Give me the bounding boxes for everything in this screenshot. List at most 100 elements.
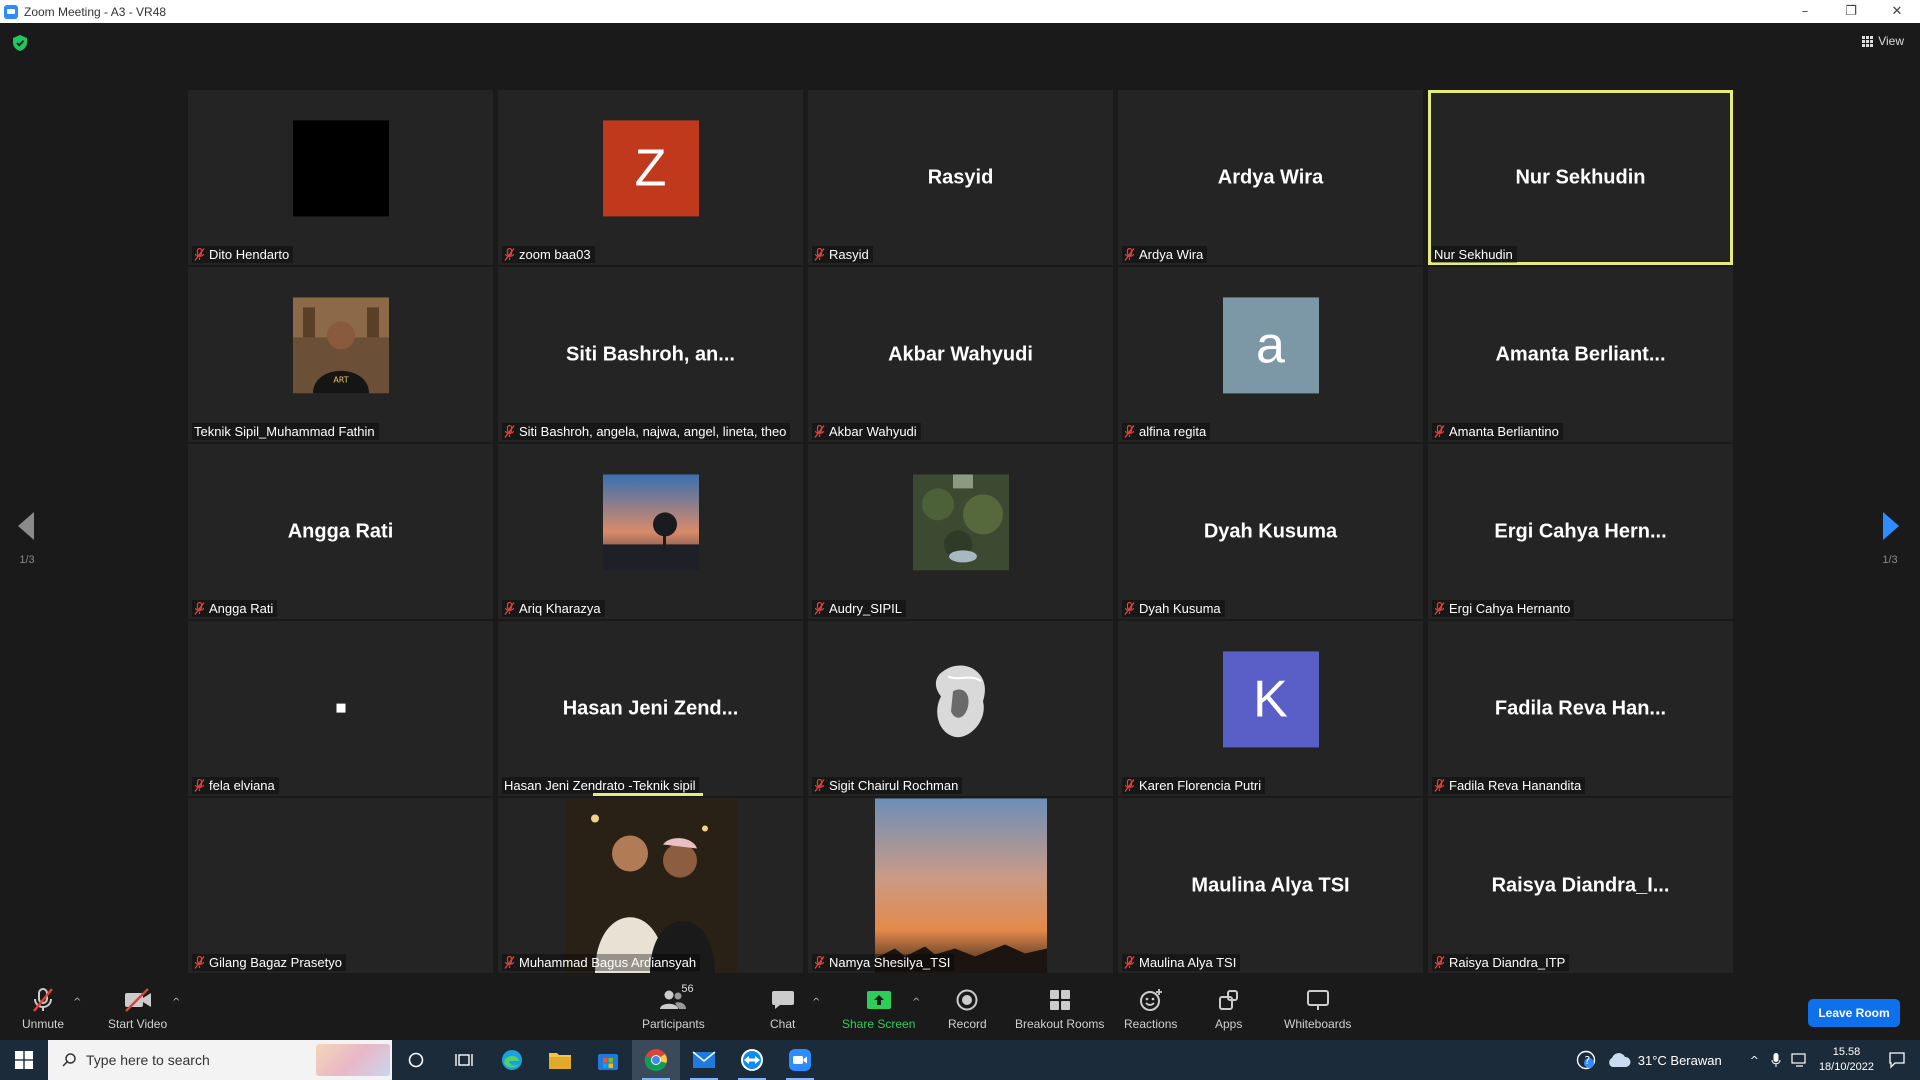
placeholder-dot bbox=[336, 703, 345, 713]
restore-button[interactable]: ❐ bbox=[1828, 0, 1874, 23]
video-options-caret[interactable]: ^ bbox=[172, 997, 180, 1008]
apps-icon bbox=[1218, 990, 1238, 1010]
video-tile[interactable]: Raisya Diandra_I... Raisya Diandra_ITP bbox=[1428, 798, 1733, 973]
chat-button[interactable]: Chat bbox=[770, 987, 795, 1031]
participant-name: Rasyid bbox=[829, 247, 869, 262]
participant-photo bbox=[564, 798, 737, 973]
taskbar-search[interactable]: Type here to search bbox=[48, 1040, 392, 1080]
participant-label: Fadila Reva Hanandita bbox=[1432, 777, 1586, 794]
video-tile[interactable]: Muhammad Bagus Ardiansyah bbox=[498, 798, 803, 973]
participant-label: fela elviana bbox=[192, 777, 279, 794]
video-tile[interactable]: Hasan Jeni Zend... Hasan Jeni Zendrato -T… bbox=[498, 621, 803, 796]
video-tile[interactable]: Namya Shesilya_TSI bbox=[808, 798, 1113, 973]
video-tile[interactable]: Nur Sekhudin Nur Sekhudin bbox=[1428, 90, 1733, 265]
weather-text[interactable]: 31°C Berawan bbox=[1638, 1053, 1722, 1068]
breakout-rooms-button[interactable]: Breakout Rooms bbox=[1015, 987, 1104, 1031]
prev-page-button[interactable]: 1/3 bbox=[18, 512, 36, 566]
video-tile[interactable]: Sigit Chairul Rochman bbox=[808, 621, 1113, 796]
whiteboards-label: Whiteboards bbox=[1284, 1017, 1352, 1031]
file-explorer-app[interactable] bbox=[536, 1040, 584, 1080]
clock[interactable]: 15.58 18/10/2022 bbox=[1819, 1045, 1874, 1075]
network-icon[interactable] bbox=[1791, 1053, 1809, 1067]
edge-app[interactable] bbox=[488, 1040, 536, 1080]
video-tile[interactable]: Ardya Wira Ardya Wira bbox=[1118, 90, 1423, 265]
video-tile[interactable]: K Karen Florencia Putri bbox=[1118, 621, 1423, 796]
video-tile[interactable]: Ergi Cahya Hern... Ergi Cahya Hernanto bbox=[1428, 444, 1733, 619]
share-screen-button[interactable]: Share Screen bbox=[842, 987, 915, 1031]
whiteboards-button[interactable]: Whiteboards bbox=[1284, 987, 1351, 1031]
clock-date: 18/10/2022 bbox=[1818, 1061, 1874, 1073]
record-button[interactable]: Record bbox=[948, 987, 987, 1031]
cortana-icon bbox=[408, 1052, 424, 1068]
task-view-button[interactable] bbox=[440, 1040, 488, 1080]
video-tile[interactable]: Siti Bashroh, an... Siti Bashroh, angela,… bbox=[498, 267, 803, 442]
participant-name: Dyah Kusuma bbox=[1139, 601, 1221, 616]
video-tile[interactable]: Dito Hendarto bbox=[188, 90, 493, 265]
leave-room-button[interactable]: Leave Room bbox=[1808, 999, 1900, 1027]
participant-photo: ART bbox=[292, 296, 389, 393]
video-tile[interactable]: Rasyid Rasyid bbox=[808, 90, 1113, 265]
chrome-app[interactable] bbox=[632, 1040, 680, 1080]
microphone-icon[interactable] bbox=[1771, 1052, 1781, 1068]
video-tile[interactable]: Akbar Wahyudi Akbar Wahyudi bbox=[808, 267, 1113, 442]
audio-options-caret[interactable]: ^ bbox=[73, 997, 81, 1008]
display-name: Amanta Berliant... bbox=[1495, 343, 1666, 365]
share-options-caret[interactable]: ^ bbox=[912, 997, 920, 1008]
video-tile[interactable]: ART Teknik Sipil_Muhammad Fathin bbox=[188, 267, 493, 442]
teamviewer-icon bbox=[741, 1049, 763, 1071]
cortana-button[interactable] bbox=[392, 1040, 440, 1080]
help-tray-button[interactable]: ? bbox=[1566, 1040, 1606, 1080]
next-page-button[interactable]: 1/3 bbox=[1881, 512, 1899, 566]
record-label: Record bbox=[948, 1017, 987, 1031]
reactions-icon bbox=[1139, 989, 1162, 1011]
participant-name: Nur Sekhudin bbox=[1434, 247, 1513, 262]
video-tile[interactable]: Ariq Kharazya bbox=[498, 444, 803, 619]
chevron-up-icon[interactable]: ^ bbox=[1750, 1054, 1759, 1067]
notifications-icon[interactable] bbox=[1888, 1051, 1906, 1069]
mail-app[interactable] bbox=[680, 1040, 728, 1080]
title-bar: Zoom Meeting - A3 - VR48 – ❐ ✕ bbox=[0, 0, 1920, 23]
apps-button[interactable]: Apps bbox=[1215, 987, 1242, 1031]
minimize-button[interactable]: – bbox=[1782, 0, 1828, 23]
teamviewer-app[interactable] bbox=[728, 1040, 776, 1080]
reactions-button[interactable]: Reactions bbox=[1124, 987, 1177, 1031]
participant-name: Karen Florencia Putri bbox=[1139, 778, 1262, 793]
start-video-button[interactable]: Start Video bbox=[108, 987, 167, 1031]
video-tile[interactable]: Gilang Bagaz Prasetyo bbox=[188, 798, 493, 973]
muted-mic-icon bbox=[504, 956, 515, 969]
microsoft-store-app[interactable] bbox=[584, 1040, 632, 1080]
close-button[interactable]: ✕ bbox=[1874, 0, 1920, 23]
video-tile[interactable]: Dyah Kusuma Dyah Kusuma bbox=[1118, 444, 1423, 619]
zoom-app[interactable] bbox=[776, 1040, 824, 1080]
avatar: Z bbox=[602, 119, 699, 216]
muted-mic-icon bbox=[1434, 602, 1445, 615]
video-tile[interactable]: Fadila Reva Han... Fadila Reva Hanandita bbox=[1428, 621, 1733, 796]
video-tile[interactable]: fela elviana bbox=[188, 621, 493, 796]
chat-options-caret[interactable]: ^ bbox=[812, 997, 820, 1008]
video-tile[interactable]: Amanta Berliant... Amanta Berliantino bbox=[1428, 267, 1733, 442]
view-label: View bbox=[1878, 34, 1904, 48]
video-tile[interactable]: a alfina regita bbox=[1118, 267, 1423, 442]
video-tile[interactable]: Maulina Alya TSI Maulina Alya TSI bbox=[1118, 798, 1423, 973]
view-button[interactable]: View bbox=[1862, 34, 1904, 48]
meeting-toolbar: Unmute ^ Start Video ^ 56 Participants C… bbox=[0, 983, 1920, 1040]
video-tile[interactable]: Zzoom baa03 bbox=[498, 90, 803, 265]
display-name: Rasyid bbox=[927, 166, 994, 188]
shield-icon[interactable] bbox=[13, 35, 27, 51]
video-off-icon bbox=[124, 988, 151, 1012]
avatar: a bbox=[1222, 296, 1319, 393]
muted-mic-icon bbox=[1124, 248, 1135, 261]
video-tile[interactable]: Audry_SIPIL bbox=[808, 444, 1113, 619]
participant-label: Muhammad Bagus Ardiansyah bbox=[502, 954, 701, 971]
unmute-button[interactable]: Unmute bbox=[22, 987, 64, 1031]
participants-button[interactable]: 56 Participants bbox=[642, 983, 705, 1031]
svg-text:ART: ART bbox=[333, 375, 348, 384]
video-tile[interactable]: Angga Rati Angga Rati bbox=[188, 444, 493, 619]
muted-mic-icon bbox=[1124, 425, 1135, 438]
store-icon bbox=[598, 1054, 618, 1070]
start-button[interactable] bbox=[0, 1040, 48, 1080]
muted-mic-icon bbox=[194, 779, 205, 792]
page-indicator-right: 1/3 bbox=[1882, 554, 1898, 566]
participant-name: Gilang Bagaz Prasetyo bbox=[209, 955, 342, 970]
edge-icon bbox=[502, 1050, 522, 1070]
